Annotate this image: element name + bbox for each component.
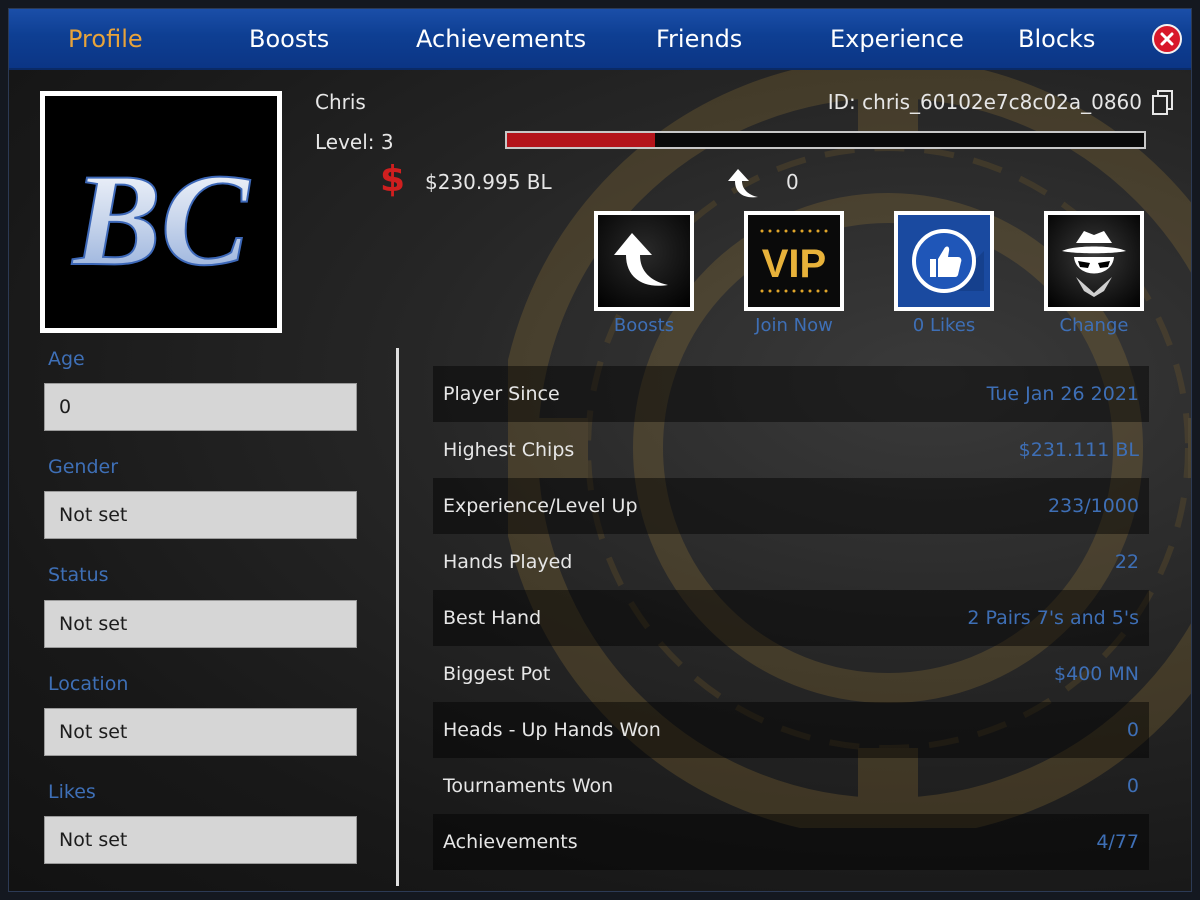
join-vip-button[interactable]: VIP Join Now xyxy=(744,211,844,336)
stat-label: Experience/Level Up xyxy=(443,495,638,517)
tab-experience[interactable]: Experience xyxy=(830,8,964,70)
age-label: Age xyxy=(48,348,85,370)
player-id: ID: chris_60102e7c8c02a_0860 xyxy=(827,90,1142,114)
boost-arrow-icon xyxy=(728,169,758,198)
stat-value: 4/77 xyxy=(1096,831,1139,853)
table-row: Tournaments Won 0 xyxy=(433,758,1149,814)
stat-label: Tournaments Won xyxy=(443,775,614,797)
stat-value: 0 xyxy=(1126,719,1139,741)
stats-table: Player Since Tue Jan 26 2021 Highest Chi… xyxy=(433,366,1149,870)
status-input[interactable] xyxy=(44,600,357,648)
boost-arrow-icon xyxy=(614,233,668,286)
chip-balance: $230.995 BL xyxy=(425,170,552,194)
table-row: Player Since Tue Jan 26 2021 xyxy=(433,366,1149,422)
svg-text:BC: BC xyxy=(71,146,251,293)
gender-input[interactable] xyxy=(44,491,357,539)
stat-value: 22 xyxy=(1114,551,1139,573)
tab-friends[interactable]: Friends xyxy=(656,8,742,70)
top-nav: Profile Boosts Achievements Friends Expe… xyxy=(8,8,1192,70)
close-button[interactable] xyxy=(1152,24,1182,54)
stat-label: Hands Played xyxy=(443,551,573,573)
tab-achievements[interactable]: Achievements xyxy=(416,8,586,70)
table-row: Heads - Up Hands Won 0 xyxy=(433,702,1149,758)
table-row: Highest Chips $231.111 BL xyxy=(433,422,1149,478)
stat-label: Heads - Up Hands Won xyxy=(443,719,661,741)
avatar-monogram: BC xyxy=(70,145,252,294)
thumbs-up-icon xyxy=(912,229,984,293)
copy-icon[interactable] xyxy=(1152,90,1174,116)
avatar[interactable]: BC xyxy=(40,91,282,333)
table-row: Hands Played 22 xyxy=(433,534,1149,590)
player-name: Chris xyxy=(315,90,366,114)
stat-label: Biggest Pot xyxy=(443,663,551,685)
stat-label: Player Since xyxy=(443,383,560,405)
age-input[interactable] xyxy=(44,383,357,431)
xp-progress-bar xyxy=(505,131,1146,149)
boosts-action-button[interactable]: Boosts xyxy=(594,211,694,336)
tab-profile[interactable]: Profile xyxy=(68,8,143,70)
likes-action-caption: 0 Likes xyxy=(912,315,976,336)
stat-label: Highest Chips xyxy=(443,439,575,461)
stat-label: Best Hand xyxy=(443,607,542,629)
stat-label: Achievements xyxy=(443,831,578,853)
join-vip-caption: Join Now xyxy=(755,315,833,336)
table-row: Achievements 4/77 xyxy=(433,814,1149,870)
stat-value: $231.111 BL xyxy=(1018,439,1139,461)
stat-value: Tue Jan 26 2021 xyxy=(986,383,1139,405)
vip-icon: VIP xyxy=(760,229,828,293)
change-incognito-caption: Change xyxy=(1059,315,1129,336)
table-row: Best Hand 2 Pairs 7's and 5's xyxy=(433,590,1149,646)
stat-value: 2 Pairs 7's and 5's xyxy=(967,607,1139,629)
table-row: Experience/Level Up 233/1000 xyxy=(433,478,1149,534)
table-row: Biggest Pot $400 MN xyxy=(433,646,1149,702)
stat-value: 0 xyxy=(1126,775,1139,797)
boosts-action-caption: Boosts xyxy=(613,315,675,336)
change-incognito-button[interactable]: Change xyxy=(1044,211,1144,336)
vertical-divider xyxy=(396,348,399,886)
stat-value: 233/1000 xyxy=(1047,495,1139,517)
likes-action-button[interactable]: 0 Likes xyxy=(894,211,994,336)
incognito-spy-icon xyxy=(1062,231,1126,297)
gender-label: Gender xyxy=(48,456,119,478)
boost-count: 0 xyxy=(786,170,799,194)
likes-label: Likes xyxy=(48,781,96,803)
status-label: Status xyxy=(48,564,109,586)
svg-text:VIP: VIP xyxy=(762,242,826,286)
location-input[interactable] xyxy=(44,708,357,756)
close-icon xyxy=(1160,32,1174,46)
tab-blocks[interactable]: Blocks xyxy=(1018,8,1095,70)
dollar-icon: $ xyxy=(380,159,406,200)
location-label: Location xyxy=(48,673,129,695)
tab-boosts[interactable]: Boosts xyxy=(249,8,329,70)
likes-input[interactable] xyxy=(44,816,357,864)
xp-progress-fill xyxy=(507,133,656,147)
stat-value: $400 MN xyxy=(1054,663,1139,685)
profile-window: Profile Boosts Achievements Friends Expe… xyxy=(0,0,1200,900)
player-level: Level: 3 xyxy=(315,130,394,154)
